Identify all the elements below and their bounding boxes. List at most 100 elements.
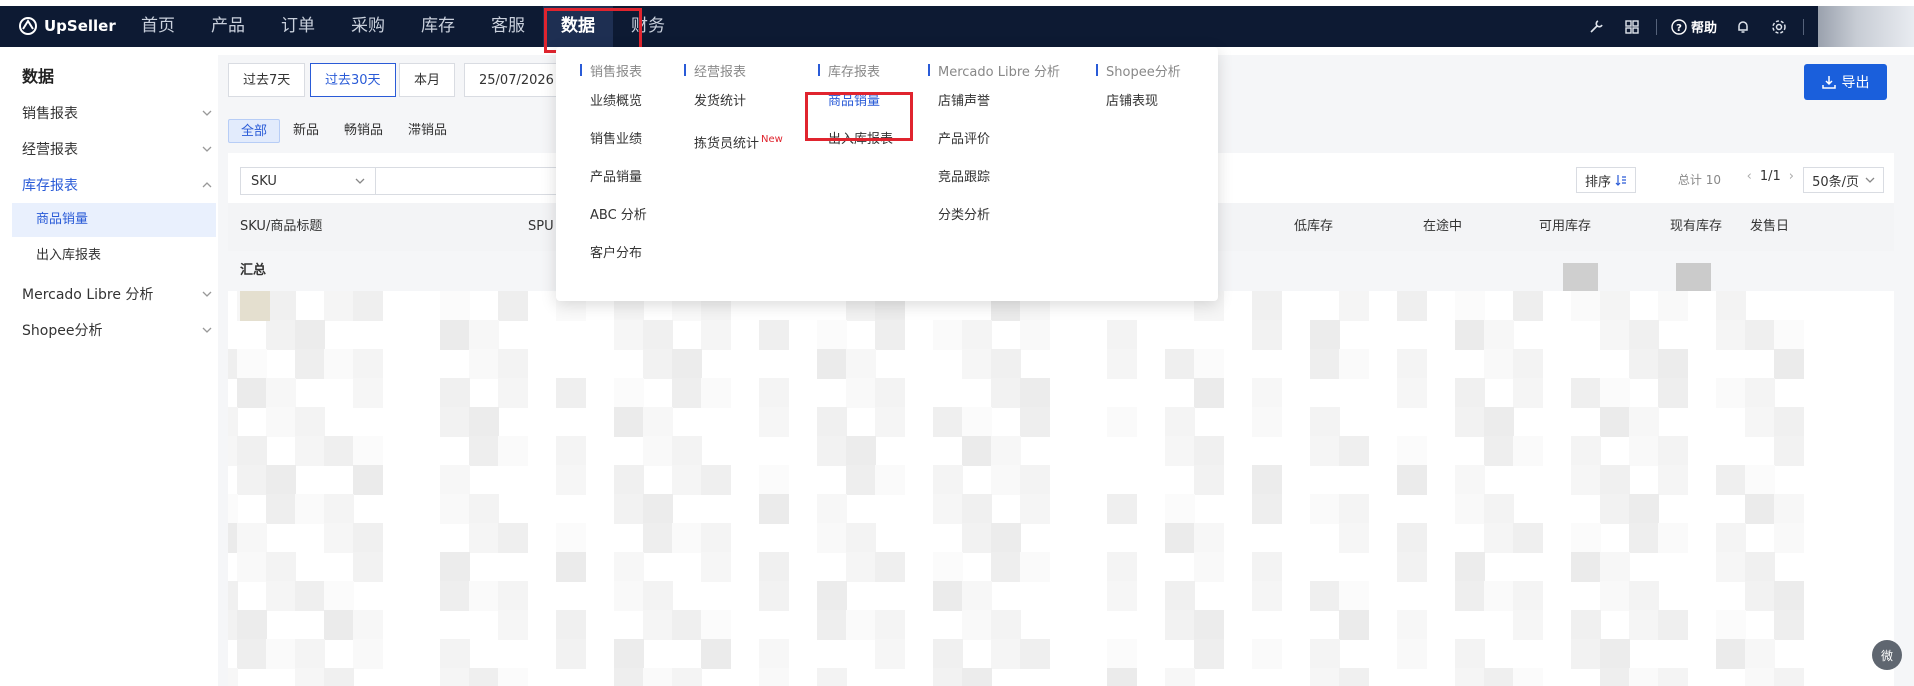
blurred-cell — [440, 407, 470, 437]
wrench-icon[interactable] — [1585, 16, 1607, 38]
app-logo[interactable]: UpSeller — [18, 16, 116, 36]
sidebar-item-stock-io-report[interactable]: 出入库报表 — [12, 239, 216, 273]
blurred-cell — [324, 494, 354, 524]
menu-item-sales-performance[interactable]: 销售业绩 — [580, 121, 647, 159]
nav-item-inventory[interactable]: 库存 — [403, 6, 473, 47]
blurred-cell — [1194, 378, 1224, 408]
sort-button[interactable]: 排序 — [1575, 167, 1636, 193]
header-accent-bar — [684, 64, 686, 76]
nav-item-purchase[interactable]: 采购 — [333, 6, 403, 47]
column-header-sku[interactable]: SKU/商品标题 — [240, 203, 322, 251]
menu-column-mercado-libre: Mercado Libre 分析 店铺声誉 产品评价 竞品跟踪 分类分析 — [928, 57, 1060, 235]
blurred-cell — [324, 668, 354, 686]
page-size-select[interactable]: 50条/页 — [1803, 167, 1884, 193]
blurred-cell — [817, 581, 847, 611]
blurred-cell — [1455, 668, 1485, 686]
column-header-current-stock[interactable]: 现有库存 — [1670, 203, 1722, 251]
user-avatar-blurred[interactable] — [1818, 6, 1914, 47]
menu-item-shipping-stats[interactable]: 发货统计 — [684, 83, 783, 121]
filter-tab-all[interactable]: 全部 — [228, 119, 281, 143]
column-header-available-stock[interactable]: 可用库存 — [1539, 203, 1591, 251]
nav-item-products[interactable]: 产品 — [193, 6, 263, 47]
chevron-down-icon — [1865, 177, 1875, 183]
blurred-cell — [1629, 610, 1659, 640]
menu-item-picker-stats[interactable]: 拣货员统计 New — [684, 121, 783, 159]
blurred-cell — [1455, 320, 1485, 350]
blurred-cell — [643, 436, 673, 466]
column-header-release-date[interactable]: 发售日 — [1750, 203, 1789, 251]
export-button[interactable]: 导出 — [1804, 64, 1887, 100]
menu-item-product-reviews[interactable]: 产品评价 — [928, 121, 1060, 159]
menu-item-product-sales-volume[interactable]: 产品销量 — [580, 159, 647, 197]
column-header-low-stock[interactable]: 低库存 — [1294, 203, 1333, 251]
filter-tab-bestseller[interactable]: 畅销品 — [332, 119, 395, 143]
blurred-cell — [1107, 494, 1137, 524]
menu-header-label: Mercado Libre 分析 — [938, 64, 1061, 80]
blurred-cell — [1513, 668, 1543, 686]
blurred-cell — [498, 436, 528, 466]
wechat-float-button[interactable]: 微 — [1872, 640, 1902, 670]
sidebar-group-inventory-report[interactable]: 库存报表 — [22, 175, 212, 195]
prev-page-icon[interactable]: ‹ — [1747, 169, 1752, 184]
blurred-cell — [933, 668, 963, 686]
date-btn-this-month[interactable]: 本月 — [399, 63, 456, 97]
blurred-cell — [440, 465, 470, 495]
blurred-cell — [846, 349, 876, 379]
blurred-cell — [353, 349, 383, 379]
blurred-cell — [759, 581, 789, 611]
nav-right-tools: ? 帮助 — [1578, 6, 1914, 47]
blurred-cell — [1745, 407, 1775, 437]
sidebar-group-mercado-libre[interactable]: Mercado Libre 分析 — [22, 284, 212, 304]
blurred-cell — [469, 407, 499, 437]
blurred-cell — [846, 436, 876, 466]
blurred-cell — [1629, 523, 1659, 553]
blurred-cell — [1629, 436, 1659, 466]
chevron-down-icon — [202, 110, 212, 116]
column-header-spu[interactable]: SPU — [528, 203, 554, 251]
nav-item-home[interactable]: 首页 — [123, 6, 193, 47]
help-button[interactable]: ? 帮助 — [1671, 17, 1717, 36]
blurred-cell — [817, 494, 847, 524]
blurred-cell — [1339, 581, 1369, 611]
blurred-cell — [1310, 349, 1340, 379]
menu-item-store-performance[interactable]: 店铺表现 — [1096, 83, 1181, 121]
gear-icon[interactable] — [1768, 16, 1790, 38]
blurred-cell — [701, 523, 731, 553]
next-page-icon[interactable]: › — [1789, 169, 1794, 184]
main-navbar: UpSeller 首页 产品 订单 采购 库存 客服 数据 财务 ? 帮助 — [0, 6, 1914, 47]
menu-item-store-reputation[interactable]: 店铺声誉 — [928, 83, 1060, 121]
page-size-value: 50条/页 — [1812, 174, 1859, 190]
blurred-cell — [933, 639, 963, 669]
blurred-cell — [1107, 668, 1137, 686]
menu-item-category-analysis[interactable]: 分类分析 — [928, 197, 1060, 235]
date-start-input[interactable]: 25/07/2026 — [464, 63, 564, 97]
blurred-cell — [846, 378, 876, 408]
blurred-cell — [759, 639, 789, 669]
column-header-in-transit[interactable]: 在途中 — [1423, 203, 1462, 251]
nav-item-orders[interactable]: 订单 — [263, 6, 333, 47]
bell-icon[interactable] — [1732, 16, 1754, 38]
menu-item-abc-analysis[interactable]: ABC 分析 — [580, 197, 647, 235]
blurred-cell — [991, 349, 1021, 379]
sidebar-group-sales-report[interactable]: 销售报表 — [22, 103, 212, 123]
apps-grid-icon[interactable] — [1621, 16, 1643, 38]
blurred-cell — [556, 523, 586, 553]
search-field-select[interactable]: SKU — [240, 167, 376, 195]
filter-tab-slow-moving[interactable]: 滞销品 — [396, 119, 459, 143]
nav-item-customer-service[interactable]: 客服 — [473, 6, 543, 47]
menu-item-customer-distribution[interactable]: 客户分布 — [580, 235, 647, 273]
blurred-cell — [643, 610, 673, 640]
sidebar-item-product-sales[interactable]: 商品销量 — [12, 203, 216, 237]
menu-item-performance-overview[interactable]: 业绩概览 — [580, 83, 647, 121]
header-accent-bar — [1096, 64, 1098, 76]
blurred-cell — [353, 436, 383, 466]
blurred-cell — [353, 639, 383, 669]
date-btn-last-7-days[interactable]: 过去7天 — [228, 63, 306, 97]
blurred-cell — [1745, 552, 1775, 582]
filter-tab-new[interactable]: 新品 — [281, 119, 331, 143]
sidebar-group-business-report[interactable]: 经营报表 — [22, 139, 212, 159]
date-btn-last-30-days[interactable]: 过去30天 — [310, 63, 396, 97]
menu-item-competitor-tracking[interactable]: 竞品跟踪 — [928, 159, 1060, 197]
sidebar-group-shopee[interactable]: Shopee分析 — [22, 320, 212, 340]
blurred-cell — [991, 639, 1021, 669]
